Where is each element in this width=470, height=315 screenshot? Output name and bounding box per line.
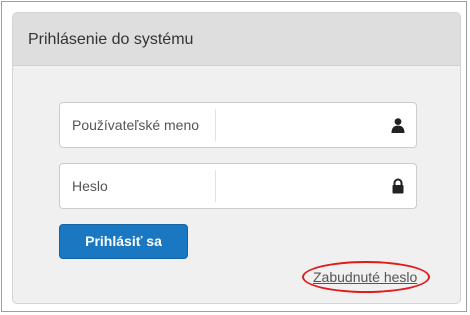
forgot-password-link[interactable]: Zabudnuté heslo — [313, 269, 417, 285]
username-field[interactable]: Používateľské meno — [59, 102, 417, 148]
username-input[interactable] — [220, 105, 384, 147]
user-icon — [390, 117, 406, 133]
password-field[interactable]: Heslo — [59, 163, 417, 209]
panel-title: Prihlásenie do systému — [28, 31, 194, 48]
username-divider — [215, 109, 216, 141]
login-panel: Prihlásenie do systému Používateľské men… — [12, 12, 461, 304]
username-label: Používateľské meno — [72, 117, 200, 133]
login-panel-header: Prihlásenie do systému — [13, 13, 460, 66]
password-input[interactable] — [220, 166, 384, 208]
lock-icon — [390, 178, 406, 194]
login-button[interactable]: Prihlásiť sa — [59, 224, 188, 259]
password-label: Heslo — [72, 178, 108, 194]
screenshot-frame: Prihlásenie do systému Používateľské men… — [1, 1, 467, 312]
password-divider — [215, 170, 216, 202]
